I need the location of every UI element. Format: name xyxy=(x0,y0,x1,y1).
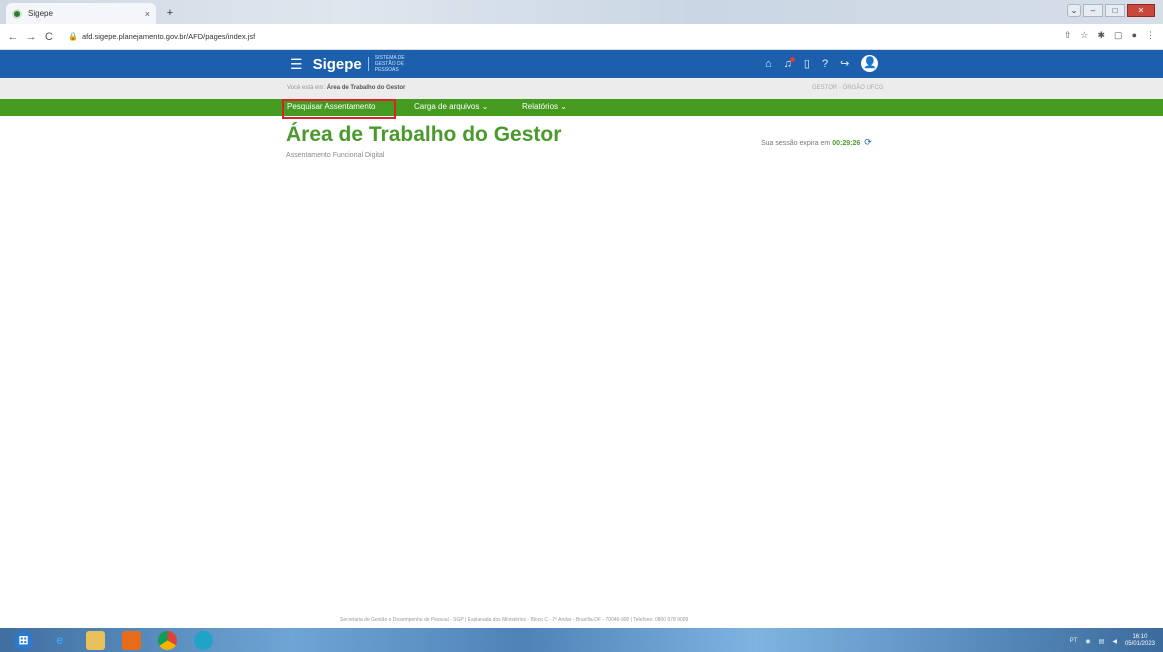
page-title: Área de Trabalho do Gestor xyxy=(286,123,562,146)
page-subtitle: Assentamento Funcional Digital xyxy=(286,152,385,159)
new-tab-button[interactable]: + xyxy=(162,6,178,20)
highlight-box xyxy=(282,99,396,119)
profile-icon[interactable]: ● xyxy=(1132,30,1137,41)
notification-dot xyxy=(789,56,795,62)
brand: ☰ Sigepe SISTEMA DE GESTÃO DE PESSOAS xyxy=(290,55,409,73)
breadcrumb-prefix: Você está em: xyxy=(287,85,326,91)
brand-logo[interactable]: Sigepe xyxy=(313,56,362,73)
system-clock[interactable]: 16:10 05/01/2023 xyxy=(1125,634,1155,648)
start-button-icon[interactable]: ⊞ xyxy=(14,631,33,650)
window-controls: ⌄ – □ ✕ xyxy=(1067,4,1155,17)
bookmark-star-icon[interactable]: ☆ xyxy=(1080,30,1088,41)
refresh-session-icon[interactable]: ⟳ xyxy=(864,137,872,147)
browser-tabstrip: Sigepe × + ⌄ – □ ✕ xyxy=(0,0,1163,24)
sigepe-header: ☰ Sigepe SISTEMA DE GESTÃO DE PESSOAS ⌂ … xyxy=(0,50,1163,78)
tab-title: Sigepe xyxy=(28,9,53,18)
clock-date: 05/01/2023 xyxy=(1124,641,1155,647)
close-window-button[interactable]: ✕ xyxy=(1127,4,1155,17)
sigepe-favicon-icon xyxy=(12,8,22,19)
session-time: 00:29:26 xyxy=(832,140,861,147)
nav-carga-label: Carga de arquivos xyxy=(414,102,480,111)
user-avatar-icon[interactable]: 👤 xyxy=(861,55,879,72)
notifications-icon[interactable]: ♫ xyxy=(784,56,795,70)
reload-button[interactable]: C xyxy=(42,31,56,43)
help-icon[interactable]: ? xyxy=(822,58,828,70)
chevron-down-icon: ⌄ xyxy=(481,102,489,111)
brand-divider xyxy=(367,57,369,71)
header-icons: ⌂ ♫ ▯ ? ↪ 👤 xyxy=(765,55,879,72)
session-prefix: Sua sessão expira em xyxy=(761,140,831,147)
maximize-button[interactable]: □ xyxy=(1105,4,1125,17)
logout-icon[interactable]: ↪ xyxy=(840,57,849,70)
nav-relatorios[interactable]: Relatórios ⌄ xyxy=(522,102,567,111)
sidepanel-icon[interactable]: ▢ xyxy=(1114,30,1123,41)
browser-toolbar: ⇧ ☆ ✱ ▢ ● ⋮ xyxy=(1064,30,1155,41)
document-icon[interactable]: ▯ xyxy=(804,57,810,70)
page-footer: Secretaria de Gestão e Desempenho de Pes… xyxy=(340,617,689,623)
breadcrumb: Você está em: Área de Trabalho do Gestor xyxy=(287,85,405,91)
browser-address-bar: ← → C 🔒 afd.sigepe.planejamento.gov.br/A… xyxy=(0,24,1163,50)
system-tray: PT ◉ ▤ ◀ 16:10 05/01/2023 xyxy=(1070,634,1155,648)
nav-relatorios-label: Relatórios xyxy=(522,102,559,111)
extensions-icon[interactable]: ✱ xyxy=(1098,30,1106,41)
help-tray-icon[interactable]: ◉ xyxy=(1085,638,1090,645)
url-input[interactable]: afd.sigepe.planejamento.gov.br/AFD/pages… xyxy=(82,32,255,41)
nav-carga-de-arquivos[interactable]: Carga de arquivos ⌄ xyxy=(414,102,488,111)
hamburger-menu-icon[interactable]: ☰ xyxy=(290,56,303,73)
back-button[interactable]: ← xyxy=(6,31,20,43)
os-taskbar: ⊞ e PT ◉ ▤ ◀ 16:10 05/01/2023 xyxy=(0,628,1163,652)
breadcrumb-current: Área de Trabalho do Gestor xyxy=(326,85,406,91)
main-nav: Pesquisar Assentamento Carga de arquivos… xyxy=(0,99,1163,116)
share-icon[interactable]: ⇧ xyxy=(1064,30,1072,41)
file-explorer-icon[interactable] xyxy=(86,631,105,650)
browser-tab[interactable]: Sigepe × xyxy=(6,3,156,24)
tab-search-dropdown-icon[interactable]: ⌄ xyxy=(1067,4,1081,17)
forward-button[interactable]: → xyxy=(24,31,38,43)
session-timer: Sua sessão expira em 00:29:26 ⟳ xyxy=(761,137,872,148)
language-indicator[interactable]: PT xyxy=(1070,638,1078,644)
chevron-down-icon: ⌄ xyxy=(560,102,567,111)
brand-subtitle: SISTEMA DE GESTÃO DE PESSOAS xyxy=(374,55,405,73)
home-icon[interactable]: ⌂ xyxy=(765,58,772,70)
breadcrumb-bar: Você está em: Área de Trabalho do Gestor… xyxy=(0,78,1163,99)
minimize-button[interactable]: – xyxy=(1083,4,1103,17)
clock-time: 16:10 xyxy=(1132,634,1148,640)
browser-menu-icon[interactable]: ⋮ xyxy=(1146,30,1155,41)
office-icon[interactable] xyxy=(122,631,141,650)
network-icon[interactable]: ▤ xyxy=(1099,638,1105,645)
chrome-icon[interactable] xyxy=(158,631,177,650)
user-profile-label[interactable]: GESTOR · ÓRGÃO UFCG xyxy=(812,85,884,91)
volume-icon[interactable]: ◀ xyxy=(1112,638,1117,645)
close-tab-icon[interactable]: × xyxy=(145,9,150,19)
internet-explorer-icon[interactable]: e xyxy=(50,631,69,650)
lock-icon[interactable]: 🔒 xyxy=(68,32,78,41)
edge-icon[interactable] xyxy=(194,631,213,650)
